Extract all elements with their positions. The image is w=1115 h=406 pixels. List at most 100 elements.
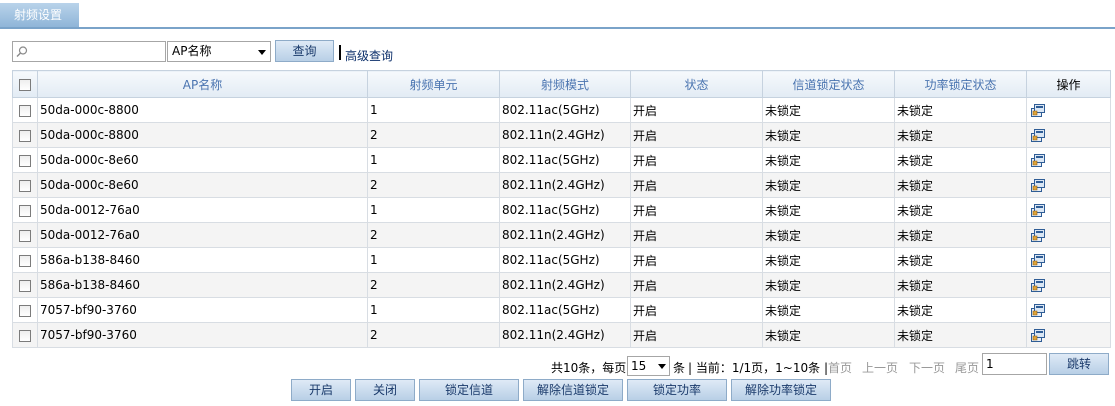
radio-mode-cell: 802.11ac(5GHz) bbox=[499, 147, 631, 173]
radio-unit-cell: 2 bbox=[367, 322, 500, 348]
query-button[interactable]: 查询 bbox=[275, 40, 334, 62]
advanced-query-link[interactable]: 高级查询 bbox=[345, 47, 393, 64]
search-field-select[interactable]: AP名称 bbox=[167, 41, 271, 62]
page-number-input[interactable] bbox=[982, 353, 1047, 375]
power-lock-cell: 未锁定 bbox=[894, 272, 1027, 298]
power-lock-cell: 未锁定 bbox=[894, 172, 1027, 198]
row-checkbox[interactable] bbox=[19, 129, 31, 142]
col-radio-unit[interactable]: 射频单元 bbox=[367, 70, 500, 98]
disable-button[interactable]: 关闭 bbox=[355, 379, 415, 401]
radio-unit-cell: 1 bbox=[367, 297, 500, 323]
table-row[interactable]: 586a-b138-8460 1 802.11ac(5GHz) 开启 未锁定 未锁定 bbox=[12, 247, 1111, 273]
last-page-link[interactable]: 尾页 bbox=[955, 359, 979, 376]
radio-mode-cell: 802.11n(2.4GHz) bbox=[499, 272, 631, 298]
table-row[interactable]: 7057-bf90-3760 1 802.11ac(5GHz) 开启 未锁定 未锁定 bbox=[12, 297, 1111, 323]
status-cell: 开启 bbox=[630, 247, 763, 273]
col-status[interactable]: 状态 bbox=[630, 70, 763, 98]
unlock-channel-button[interactable]: 解除信道锁定 bbox=[523, 379, 623, 401]
status-cell: 开启 bbox=[630, 197, 763, 223]
power-lock-cell: 未锁定 bbox=[894, 197, 1027, 223]
table-row[interactable]: 50da-000c-8e60 1 802.11ac(5GHz) 开启 未锁定 未锁定 bbox=[12, 147, 1111, 173]
unlock-power-button[interactable]: 解除功率锁定 bbox=[731, 379, 831, 401]
action-cell bbox=[1026, 222, 1111, 248]
radio-unit-cell: 1 bbox=[367, 247, 500, 273]
edit-config-icon[interactable] bbox=[1030, 152, 1046, 168]
ap-name-cell: 50da-000c-8e60 bbox=[37, 172, 368, 198]
channel-lock-cell: 未锁定 bbox=[762, 272, 895, 298]
channel-lock-cell: 未锁定 bbox=[762, 122, 895, 148]
ap-name-cell: 50da-0012-76a0 bbox=[37, 222, 368, 248]
row-checkbox[interactable] bbox=[19, 254, 31, 267]
row-select-cell bbox=[12, 172, 38, 198]
radio-table: AP名称 射频单元 射频模式 状态 信道锁定状态 功率锁定状态 操作 50da-… bbox=[12, 70, 1111, 348]
first-page-link[interactable]: 首页 bbox=[828, 359, 852, 376]
row-checkbox[interactable] bbox=[19, 279, 31, 292]
edit-config-icon[interactable] bbox=[1030, 227, 1046, 243]
next-page-link[interactable]: 下一页 bbox=[909, 359, 945, 376]
power-lock-cell: 未锁定 bbox=[894, 297, 1027, 323]
edit-config-icon[interactable] bbox=[1030, 252, 1046, 268]
row-checkbox[interactable] bbox=[19, 104, 31, 117]
prev-page-link[interactable]: 上一页 bbox=[862, 359, 898, 376]
action-cell bbox=[1026, 97, 1111, 123]
channel-lock-cell: 未锁定 bbox=[762, 247, 895, 273]
tab-radio-settings[interactable]: 射频设置 bbox=[0, 3, 79, 27]
edit-config-icon[interactable] bbox=[1030, 327, 1046, 343]
ap-name-cell: 7057-bf90-3760 bbox=[37, 322, 368, 348]
row-checkbox[interactable] bbox=[19, 329, 31, 342]
lock-power-button[interactable]: 锁定功率 bbox=[627, 379, 727, 401]
row-checkbox[interactable] bbox=[19, 204, 31, 217]
radio-mode-cell: 802.11ac(5GHz) bbox=[499, 197, 631, 223]
radio-mode-cell: 802.11ac(5GHz) bbox=[499, 97, 631, 123]
search-input[interactable] bbox=[29, 43, 163, 60]
enable-button[interactable]: 开启 bbox=[291, 379, 351, 401]
channel-lock-cell: 未锁定 bbox=[762, 97, 895, 123]
per-page-select[interactable]: 15 bbox=[627, 356, 670, 376]
table-row[interactable]: 50da-000c-8800 2 802.11n(2.4GHz) 开启 未锁定 未锁定 bbox=[12, 122, 1111, 148]
power-lock-cell: 未锁定 bbox=[894, 122, 1027, 148]
channel-lock-cell: 未锁定 bbox=[762, 147, 895, 173]
col-power-lock[interactable]: 功率锁定状态 bbox=[894, 70, 1027, 98]
ap-name-cell: 50da-0012-76a0 bbox=[37, 197, 368, 223]
edit-config-icon[interactable] bbox=[1030, 202, 1046, 218]
per-page-suffix: 条 bbox=[673, 361, 686, 375]
col-action: 操作 bbox=[1026, 70, 1111, 98]
radio-mode-cell: 802.11ac(5GHz) bbox=[499, 297, 631, 323]
edit-config-icon[interactable] bbox=[1030, 302, 1046, 318]
col-radio-mode[interactable]: 射频模式 bbox=[499, 70, 631, 98]
jump-button[interactable]: 跳转 bbox=[1049, 353, 1109, 375]
row-select-cell bbox=[12, 272, 38, 298]
table-row[interactable]: 7057-bf90-3760 2 802.11n(2.4GHz) 开启 未锁定 未锁定 bbox=[12, 322, 1111, 348]
edit-config-icon[interactable] bbox=[1030, 127, 1046, 143]
edit-config-icon[interactable] bbox=[1030, 277, 1046, 293]
radio-mode-cell: 802.11ac(5GHz) bbox=[499, 247, 631, 273]
edit-config-icon[interactable] bbox=[1030, 177, 1046, 193]
table-row[interactable]: 50da-0012-76a0 1 802.11ac(5GHz) 开启 未锁定 未锁定 bbox=[12, 197, 1111, 223]
search-field[interactable] bbox=[12, 41, 166, 62]
chevron-down-icon bbox=[258, 50, 266, 55]
lock-channel-button[interactable]: 锁定信道 bbox=[419, 379, 519, 401]
power-lock-cell: 未锁定 bbox=[894, 222, 1027, 248]
row-select-cell bbox=[12, 197, 38, 223]
table-row[interactable]: 50da-0012-76a0 2 802.11n(2.4GHz) 开启 未锁定 未锁定 bbox=[12, 222, 1111, 248]
radio-unit-cell: 2 bbox=[367, 222, 500, 248]
row-checkbox[interactable] bbox=[19, 154, 31, 167]
col-channel-lock[interactable]: 信道锁定状态 bbox=[762, 70, 895, 98]
row-checkbox[interactable] bbox=[19, 304, 31, 317]
row-checkbox[interactable] bbox=[19, 229, 31, 242]
table-row[interactable]: 50da-000c-8800 1 802.11ac(5GHz) 开启 未锁定 未锁定 bbox=[12, 97, 1111, 123]
ap-name-cell: 50da-000c-8e60 bbox=[37, 147, 368, 173]
table-row[interactable]: 50da-000c-8e60 2 802.11n(2.4GHz) 开启 未锁定 未锁定 bbox=[12, 172, 1111, 198]
select-all-checkbox[interactable] bbox=[19, 78, 31, 91]
row-select-cell bbox=[12, 297, 38, 323]
col-ap-name[interactable]: AP名称 bbox=[37, 70, 368, 98]
radio-mode-cell: 802.11n(2.4GHz) bbox=[499, 172, 631, 198]
edit-config-icon[interactable] bbox=[1030, 102, 1046, 118]
status-cell: 开启 bbox=[630, 97, 763, 123]
table-row[interactable]: 586a-b138-8460 2 802.11n(2.4GHz) 开启 未锁定 未锁定 bbox=[12, 272, 1111, 298]
radio-unit-cell: 1 bbox=[367, 97, 500, 123]
row-checkbox[interactable] bbox=[19, 179, 31, 192]
action-cell bbox=[1026, 297, 1111, 323]
action-cell bbox=[1026, 197, 1111, 223]
row-select-cell bbox=[12, 97, 38, 123]
